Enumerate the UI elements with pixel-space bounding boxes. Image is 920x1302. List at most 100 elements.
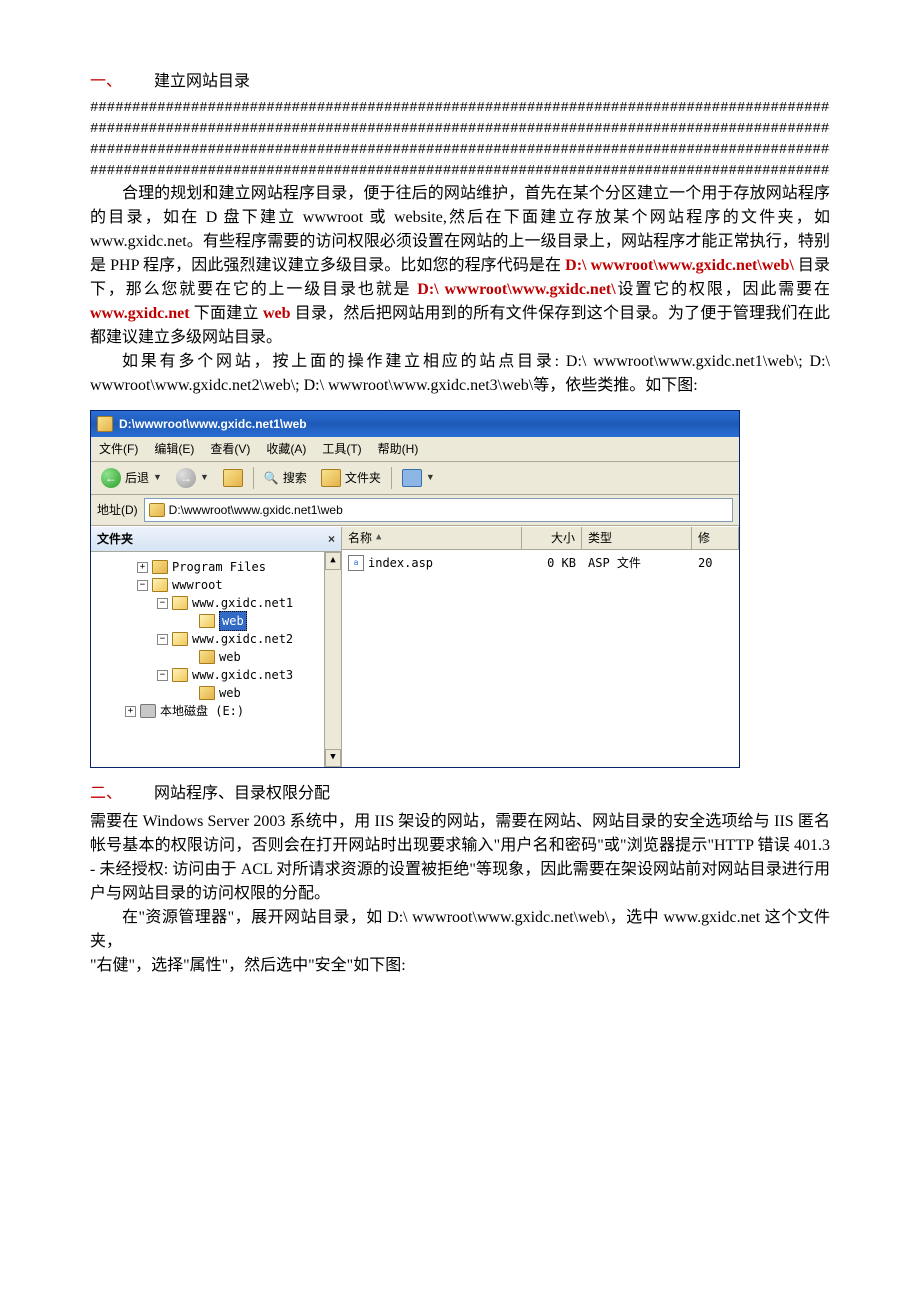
folder-icon (149, 503, 165, 517)
expand-icon[interactable]: + (137, 562, 148, 573)
tree-header: 文件夹 × (91, 527, 341, 552)
forward-icon: → (176, 468, 196, 488)
tree-item[interactable]: − www.gxidc.net1 (97, 594, 339, 612)
section2-title: 网站程序、目录权限分配 (154, 785, 330, 802)
tree-item[interactable]: web (97, 684, 339, 702)
section2-paragraph-3: "右健"，选择"属性"，然后选中"安全"如下图: (90, 954, 830, 978)
list-header: 名称 ▲ 大小 类型 修 (342, 527, 739, 550)
explorer-addressbar: 地址(D) D:\wwwroot\www.gxidc.net1\web (91, 495, 739, 526)
folder-open-icon (172, 632, 188, 646)
disk-icon (140, 704, 156, 718)
explorer-body: 文件夹 × +Program Files−wwwroot−www.gxidc.n… (91, 526, 739, 767)
explorer-toolbar: ← 后退 ▼ → ▼ 🔍 搜索 文件夹 ▼ (91, 462, 739, 495)
tree-item[interactable]: −www.gxidc.net3 (97, 666, 339, 684)
section1-paragraph-1: 合理的规划和建立网站程序目录，便于往后的网站维护，首先在某个分区建立一个用于存放… (90, 182, 830, 350)
path-red-2: D:\ wwwroot\www.gxidc.net\ (417, 281, 615, 298)
folder-tree[interactable]: +Program Files−wwwroot−www.gxidc.net1web… (91, 552, 341, 767)
file-size: 0 KB (522, 552, 582, 574)
tree-item[interactable]: + 本地磁盘 (E:) (97, 702, 339, 720)
tree-item[interactable]: + Program Files (97, 558, 339, 576)
hash-divider: ########################################… (90, 98, 830, 119)
tree-item-label: Program Files (172, 558, 266, 576)
tree-item-label: web (219, 611, 247, 631)
explorer-menubar: 文件(F) 编辑(E) 查看(V) 收藏(A) 工具(T) 帮助(H) (91, 437, 739, 462)
section1-paragraph-2: 如果有多个网站，按上面的操作建立相应的站点目录: D:\ wwwroot\www… (90, 350, 830, 398)
col-size[interactable]: 大小 (522, 527, 582, 549)
toolbar-separator (253, 467, 254, 489)
collapse-icon[interactable]: − (157, 670, 168, 681)
file-type: ASP 文件 (582, 552, 692, 574)
address-label: 地址(D) (97, 501, 138, 519)
menu-fav[interactable]: 收藏(A) (266, 440, 306, 458)
file-list-pane: 名称 ▲ 大小 类型 修 aindex.asp0 KBASP 文件20 (342, 527, 739, 767)
folders-button[interactable]: 文件夹 (317, 467, 385, 489)
back-button[interactable]: ← 后退 ▼ (97, 466, 166, 490)
tree-item-label: www.gxidc.net1 (192, 594, 293, 612)
collapse-icon[interactable]: − (157, 634, 168, 645)
menu-file[interactable]: 文件(F) (99, 440, 138, 458)
search-button[interactable]: 🔍 搜索 (260, 467, 311, 489)
hash-divider: ########################################… (90, 119, 830, 140)
tree-item-label: www.gxidc.net2 (192, 630, 293, 648)
folder-open-icon (199, 614, 215, 628)
forward-button[interactable]: → ▼ (172, 466, 213, 490)
tree-item[interactable]: web (97, 612, 339, 630)
scroll-up-icon[interactable]: ▲ (325, 552, 341, 570)
expand-icon[interactable]: + (125, 706, 136, 717)
folder-open-icon (152, 578, 168, 592)
folder-open-icon (172, 596, 188, 610)
section1-title: 建立网站目录 (154, 73, 250, 90)
list-item[interactable]: aindex.asp0 KBASP 文件20 (342, 550, 739, 576)
close-icon[interactable]: × (328, 530, 335, 548)
scroll-down-icon[interactable]: ▼ (325, 749, 341, 767)
file-modified: 20 (692, 552, 739, 574)
file-list[interactable]: aindex.asp0 KBASP 文件20 (342, 550, 739, 576)
folder-open-icon (172, 668, 188, 682)
menu-view[interactable]: 查看(V) (210, 440, 250, 458)
hash-divider: ########################################… (90, 140, 830, 161)
chevron-down-icon: ▼ (153, 471, 162, 485)
scrollbar[interactable]: ▲▼ (324, 552, 341, 767)
collapse-icon[interactable]: − (157, 598, 168, 609)
section1-heading: 一、 建立网站目录 (90, 70, 830, 94)
chevron-down-icon: ▼ (426, 471, 435, 485)
file-name: index.asp (368, 554, 433, 572)
tree-item-label: web (219, 684, 241, 702)
explorer-title: D:\wwwroot\www.gxidc.net1\web (119, 415, 307, 433)
tree-item[interactable]: − www.gxidc.net2 (97, 630, 339, 648)
toolbar-separator (391, 467, 392, 489)
sort-asc-icon: ▲ (376, 531, 381, 545)
menu-help[interactable]: 帮助(H) (378, 440, 419, 458)
folders-icon (321, 469, 341, 487)
up-button[interactable] (219, 467, 247, 489)
col-modified[interactable]: 修 (692, 527, 739, 549)
menu-edit[interactable]: 编辑(E) (154, 440, 194, 458)
folder-icon (199, 650, 215, 664)
section2-heading: 二、 网站程序、目录权限分配 (90, 782, 830, 806)
tree-item[interactable]: −wwwroot (97, 576, 339, 594)
tree-item[interactable]: web (97, 648, 339, 666)
path-red-1: D:\ wwwroot\www.gxidc.net\web\ (565, 257, 794, 274)
search-icon: 🔍 (264, 469, 279, 487)
address-input[interactable]: D:\wwwroot\www.gxidc.net1\web (144, 498, 733, 522)
tree-item-label: 本地磁盘 (E:) (160, 702, 244, 720)
menu-tools[interactable]: 工具(T) (322, 440, 361, 458)
address-value: D:\wwwroot\www.gxidc.net1\web (169, 501, 343, 519)
views-button[interactable]: ▼ (398, 467, 439, 489)
collapse-icon[interactable]: − (137, 580, 148, 591)
folder-icon (152, 560, 168, 574)
explorer-titlebar: D:\wwwroot\www.gxidc.net1\web (91, 411, 739, 437)
back-icon: ← (101, 468, 121, 488)
section2-paragraph-2: 在"资源管理器"，展开网站目录，如 D:\ wwwroot\www.gxidc.… (90, 906, 830, 954)
tree-item-label: web (219, 648, 241, 666)
section2-number: 二、 (90, 782, 150, 806)
folder-tree-pane: 文件夹 × +Program Files−wwwroot−www.gxidc.n… (91, 527, 342, 767)
section1-number: 一、 (90, 70, 150, 94)
section2-paragraph-1: 需要在 Windows Server 2003 系统中，用 IIS 架设的网站，… (90, 810, 830, 906)
path-red-3: www.gxidc.net (90, 305, 190, 322)
hash-divider: ########################################… (90, 161, 830, 182)
col-name[interactable]: 名称 ▲ (342, 527, 522, 549)
views-icon (402, 469, 422, 487)
col-type[interactable]: 类型 (582, 527, 692, 549)
explorer-window: D:\wwwroot\www.gxidc.net1\web 文件(F) 编辑(E… (90, 410, 740, 768)
